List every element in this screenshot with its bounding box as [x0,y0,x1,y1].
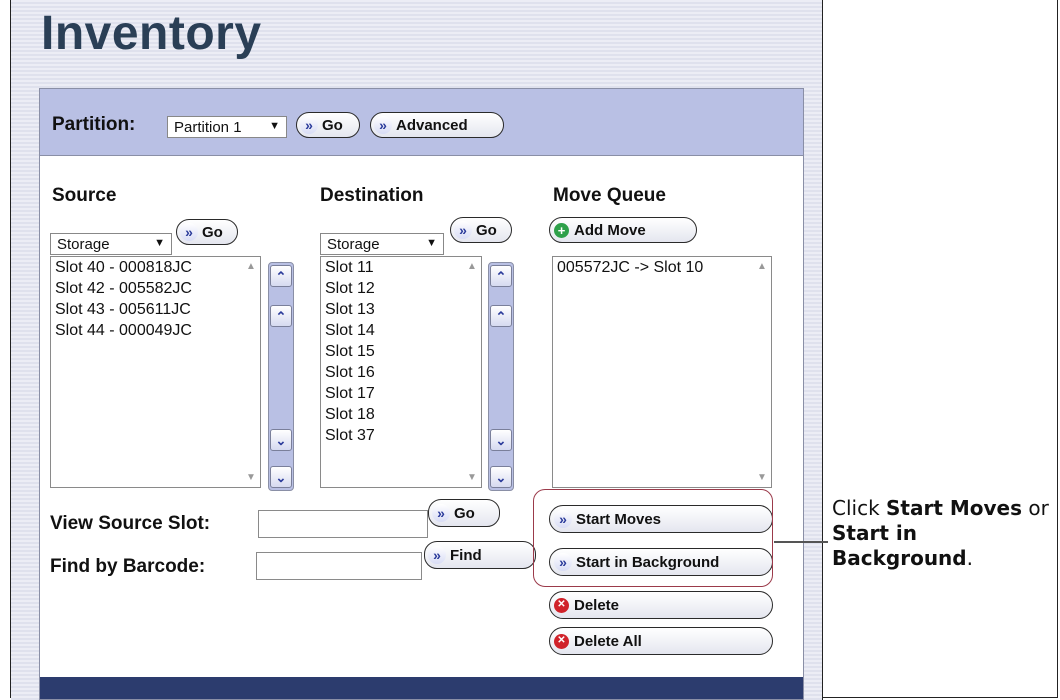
add-move-button[interactable]: + Add Move [549,217,697,243]
partition-selected: Partition 1 [174,119,242,136]
destination-header: Destination [320,185,424,206]
list-item[interactable]: Slot 14 [321,320,481,341]
double-chevron-right-icon: » [300,116,318,134]
double-chevron-down-icon[interactable]: ⌄ [490,466,512,488]
scroll-up-icon[interactable]: ▲ [246,261,256,272]
partition-select[interactable]: Partition 1 ▼ [167,116,287,138]
advanced-button[interactable]: » Advanced [370,112,504,138]
inventory-app: Inventory Partition: Partition 1 ▼ » Go »… [11,0,822,700]
find-by-barcode-input[interactable] [256,552,422,580]
inventory-panel: Partition: Partition 1 ▼ » Go » Advanced S… [39,88,804,700]
panel-footer-bar [40,677,803,699]
list-item[interactable]: Slot 40 - 000818JC [51,257,260,278]
source-header: Source [52,185,117,206]
find-button[interactable]: » Find [424,541,536,569]
callout-leader-line [774,541,828,543]
destination-go-button[interactable]: » Go [450,217,512,243]
list-item[interactable]: 005572JC -> Slot 10 [553,257,771,278]
list-item[interactable]: Slot 12 [321,278,481,299]
delete-icon: ✕ [554,633,569,649]
source-scroll-controls: ⌃ ⌃ ⌄ ⌄ [268,262,294,491]
double-chevron-right-icon: » [454,221,472,239]
scroll-down-icon[interactable]: ▼ [246,472,256,483]
list-item[interactable]: Slot 43 - 005611JC [51,299,260,320]
partition-go-button[interactable]: » Go [296,112,360,138]
callout-start-in-background: Start in Background [832,521,967,570]
double-chevron-up-icon[interactable]: ⌃ [490,265,512,287]
list-item[interactable]: Slot 11 [321,257,481,278]
dropdown-icon: ▼ [426,237,437,249]
find-by-barcode-label: Find by Barcode: [50,556,206,577]
view-source-go-button[interactable]: » Go [428,499,500,527]
delete-icon: ✕ [554,597,569,613]
callout-divider [822,0,823,700]
source-go-button[interactable]: » Go [176,219,238,245]
move-queue-list[interactable]: 005572JC -> Slot 10 ▲ ▼ [552,256,772,488]
callout-highlight-box [533,489,773,587]
list-item[interactable]: Slot 37 [321,425,481,446]
list-item[interactable]: Slot 15 [321,341,481,362]
move-queue-header: Move Queue [553,185,666,206]
double-chevron-right-icon: » [428,546,446,564]
double-chevron-right-icon: » [180,223,198,241]
source-type-select[interactable]: Storage ▼ [50,233,172,255]
chevron-down-icon[interactable]: ⌄ [270,429,292,451]
scroll-up-icon[interactable]: ▲ [467,261,477,272]
delete-button[interactable]: ✕ Delete [549,591,773,619]
source-list[interactable]: Slot 40 - 000818JC Slot 42 - 005582JC Sl… [50,256,261,488]
destination-type-select[interactable]: Storage ▼ [320,233,444,255]
chevron-down-icon[interactable]: ⌄ [490,429,512,451]
list-item[interactable]: Slot 44 - 000049JC [51,320,260,341]
destination-list[interactable]: Slot 11 Slot 12 Slot 13 Slot 14 Slot 15 … [320,256,482,488]
scroll-down-icon[interactable]: ▼ [757,472,767,483]
add-icon: + [554,222,569,238]
scroll-up-icon[interactable]: ▲ [757,261,767,272]
partition-label: Partition: [52,114,136,135]
destination-list-scrollbar[interactable]: ▲ ▼ [464,257,481,487]
dropdown-icon: ▼ [269,120,280,132]
move-queue-scrollbar[interactable]: ▲ ▼ [754,257,771,487]
view-source-slot-label: View Source Slot: [50,513,211,534]
chevron-up-icon[interactable]: ⌃ [270,305,292,327]
list-item[interactable]: Slot 17 [321,383,481,404]
partition-bar: Partition: Partition 1 ▼ » Go » Advanced [40,89,803,156]
chevron-up-icon[interactable]: ⌃ [490,305,512,327]
list-item[interactable]: Slot 42 - 005582JC [51,278,260,299]
list-item[interactable]: Slot 18 [321,404,481,425]
double-chevron-down-icon[interactable]: ⌄ [270,466,292,488]
view-source-slot-input[interactable] [258,510,428,538]
double-chevron-right-icon: » [374,116,392,134]
list-item[interactable]: Slot 13 [321,299,481,320]
dropdown-icon: ▼ [154,237,165,249]
double-chevron-up-icon[interactable]: ⌃ [270,265,292,287]
list-item[interactable]: Slot 16 [321,362,481,383]
delete-all-button[interactable]: ✕ Delete All [549,627,773,655]
callout-text: Click Start Moves or Start in Background… [832,496,1049,570]
destination-scroll-controls: ⌃ ⌃ ⌄ ⌄ [488,262,514,491]
page-title: Inventory [41,7,262,60]
source-list-scrollbar[interactable]: ▲ ▼ [243,257,260,487]
double-chevron-right-icon: » [432,504,450,522]
scroll-down-icon[interactable]: ▼ [467,472,477,483]
source-type-selected: Storage [57,236,110,253]
destination-type-selected: Storage [327,236,380,253]
callout-start-moves: Start Moves [886,496,1023,520]
